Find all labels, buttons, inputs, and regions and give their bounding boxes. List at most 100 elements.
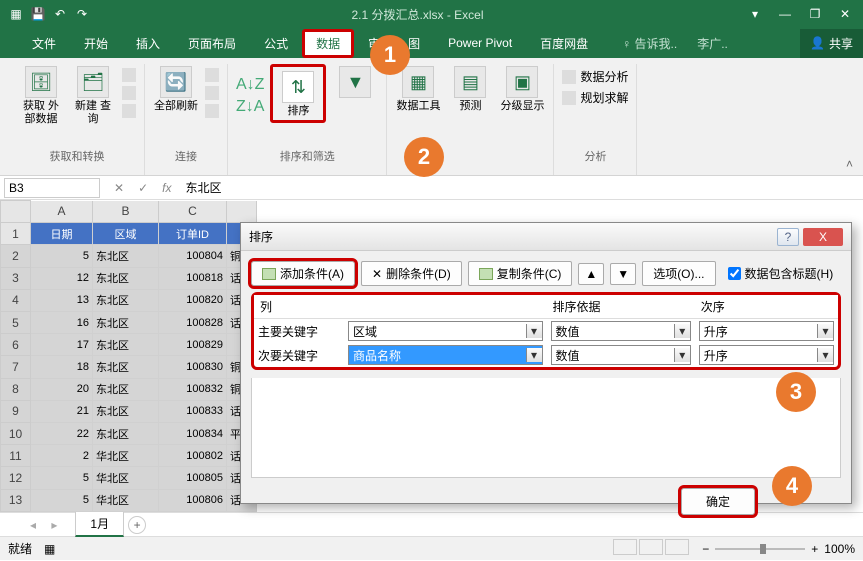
cell[interactable]: 东北区	[93, 378, 159, 400]
share-button[interactable]: 👤共享	[800, 29, 863, 58]
tab-insert[interactable]: 插入	[122, 29, 174, 58]
row-header[interactable]: 8	[1, 378, 31, 400]
row-header[interactable]: 2	[1, 245, 31, 267]
user-label[interactable]: 李广..	[697, 35, 728, 52]
cell[interactable]: 华北区	[93, 489, 159, 511]
refresh-all-button[interactable]: 🔄全部刷新	[153, 64, 199, 113]
cell[interactable]: 17	[31, 334, 93, 356]
cell[interactable]: 100829	[159, 334, 227, 356]
cell[interactable]: 东北区	[93, 423, 159, 445]
cell[interactable]: 华北区	[93, 445, 159, 467]
cell[interactable]: 100828	[159, 312, 227, 334]
cell[interactable]: 东北区	[93, 245, 159, 267]
zoom-control[interactable]: − + 100%	[702, 542, 855, 556]
row-header[interactable]: 4	[1, 289, 31, 311]
tab-layout[interactable]: 页面布局	[174, 29, 250, 58]
col-header-b[interactable]: B	[93, 201, 159, 223]
collapse-ribbon-icon[interactable]: ˄	[846, 157, 853, 171]
cell[interactable]: 22	[31, 423, 93, 445]
tell-me[interactable]: ♀ 告诉我..	[622, 35, 677, 52]
tab-powerpivot[interactable]: Power Pivot	[434, 30, 526, 56]
cell[interactable]: 5	[31, 245, 93, 267]
move-down-button[interactable]: ▼	[610, 263, 636, 285]
add-sheet-button[interactable]: +	[128, 516, 146, 534]
enter-fx-icon[interactable]: ✓	[134, 181, 152, 195]
cell[interactable]: 100820	[159, 289, 227, 311]
add-condition-button[interactable]: 添加条件(A)	[251, 261, 355, 286]
fx-icon[interactable]: fx	[158, 181, 175, 195]
restore-icon[interactable]: ❐	[805, 7, 825, 21]
cell[interactable]: 区域	[93, 223, 159, 245]
cell[interactable]: 100804	[159, 245, 227, 267]
data-tools-button[interactable]: ▦数据工具	[395, 64, 441, 113]
cell[interactable]: 东北区	[93, 334, 159, 356]
cell[interactable]: 20	[31, 378, 93, 400]
col-header-d[interactable]	[227, 201, 257, 223]
row-header[interactable]: 11	[1, 445, 31, 467]
row-header[interactable]: 9	[1, 400, 31, 422]
row-header[interactable]: 12	[1, 467, 31, 489]
cell[interactable]: 东北区	[93, 267, 159, 289]
row-header[interactable]: 6	[1, 334, 31, 356]
row-header[interactable]: 3	[1, 267, 31, 289]
dialog-help-icon[interactable]: ?	[777, 228, 799, 246]
cell[interactable]: 100834	[159, 423, 227, 445]
cell[interactable]: 100832	[159, 378, 227, 400]
zoom-slider[interactable]	[715, 548, 805, 550]
tab-home[interactable]: 开始	[70, 29, 122, 58]
cell[interactable]: 订单ID	[159, 223, 227, 245]
col-header-a[interactable]: A	[31, 201, 93, 223]
tab-data[interactable]: 数据	[302, 29, 354, 58]
sheet-tab-active[interactable]: 1月	[75, 512, 124, 537]
copy-condition-button[interactable]: 复制条件(C)	[468, 261, 573, 286]
cell[interactable]: 东北区	[93, 312, 159, 334]
cell[interactable]: 13	[31, 289, 93, 311]
cell[interactable]: 21	[31, 400, 93, 422]
row-header[interactable]: 5	[1, 312, 31, 334]
cell[interactable]: 100833	[159, 400, 227, 422]
sort-desc-button[interactable]: Z↓A	[236, 98, 264, 116]
cell[interactable]: 100806	[159, 489, 227, 511]
minimize-icon[interactable]: —	[775, 7, 795, 21]
primary-sorton-combo[interactable]: 数值▾	[551, 321, 691, 341]
cell[interactable]: 2	[31, 445, 93, 467]
tab-formulas[interactable]: 公式	[250, 29, 302, 58]
cell[interactable]: 16	[31, 312, 93, 334]
dialog-titlebar[interactable]: 排序 ? X	[241, 223, 851, 251]
secondary-column-combo[interactable]: 商品名称▾	[348, 345, 543, 365]
cell[interactable]: 100818	[159, 267, 227, 289]
macro-record-icon[interactable]: ▦	[44, 542, 55, 556]
zoom-out-icon[interactable]: −	[702, 542, 709, 556]
secondary-sorton-combo[interactable]: 数值▾	[551, 345, 691, 365]
options-button[interactable]: 选项(O)...	[642, 261, 715, 286]
outline-button[interactable]: ▣分级显示	[499, 64, 545, 113]
cell[interactable]: 东北区	[93, 400, 159, 422]
tab-baidu[interactable]: 百度网盘	[526, 29, 602, 58]
col-header-c[interactable]: C	[159, 201, 227, 223]
zoom-level[interactable]: 100%	[824, 542, 855, 556]
cell[interactable]: 东北区	[93, 289, 159, 311]
save-icon[interactable]: 💾	[30, 6, 46, 22]
data-analysis-button[interactable]: 数据分析	[562, 68, 628, 85]
row-header[interactable]: 10	[1, 423, 31, 445]
cell[interactable]: 12	[31, 267, 93, 289]
row-header[interactable]: 13	[1, 489, 31, 511]
name-box[interactable]	[4, 178, 100, 198]
sheet-nav-arrows[interactable]: ◂ ▸	[30, 518, 63, 532]
ok-button[interactable]: 确定	[681, 488, 755, 515]
cell[interactable]: 5	[31, 489, 93, 511]
tab-file[interactable]: 文件	[18, 29, 70, 58]
cell[interactable]: 华北区	[93, 467, 159, 489]
primary-order-combo[interactable]: 升序▾	[699, 321, 834, 341]
select-all-corner[interactable]	[1, 201, 31, 223]
delete-condition-button[interactable]: ✕删除条件(D)	[361, 261, 462, 286]
filter-button[interactable]: ▼	[332, 64, 378, 113]
cell[interactable]: 100805	[159, 467, 227, 489]
get-external-data-button[interactable]: 🗄获取 外部数据	[18, 64, 64, 126]
cell[interactable]: 18	[31, 356, 93, 378]
dialog-close-icon[interactable]: X	[803, 228, 843, 246]
cell[interactable]: 5	[31, 467, 93, 489]
move-up-button[interactable]: ▲	[578, 263, 604, 285]
redo-icon[interactable]: ↷	[74, 6, 90, 22]
formula-input[interactable]	[181, 181, 331, 195]
